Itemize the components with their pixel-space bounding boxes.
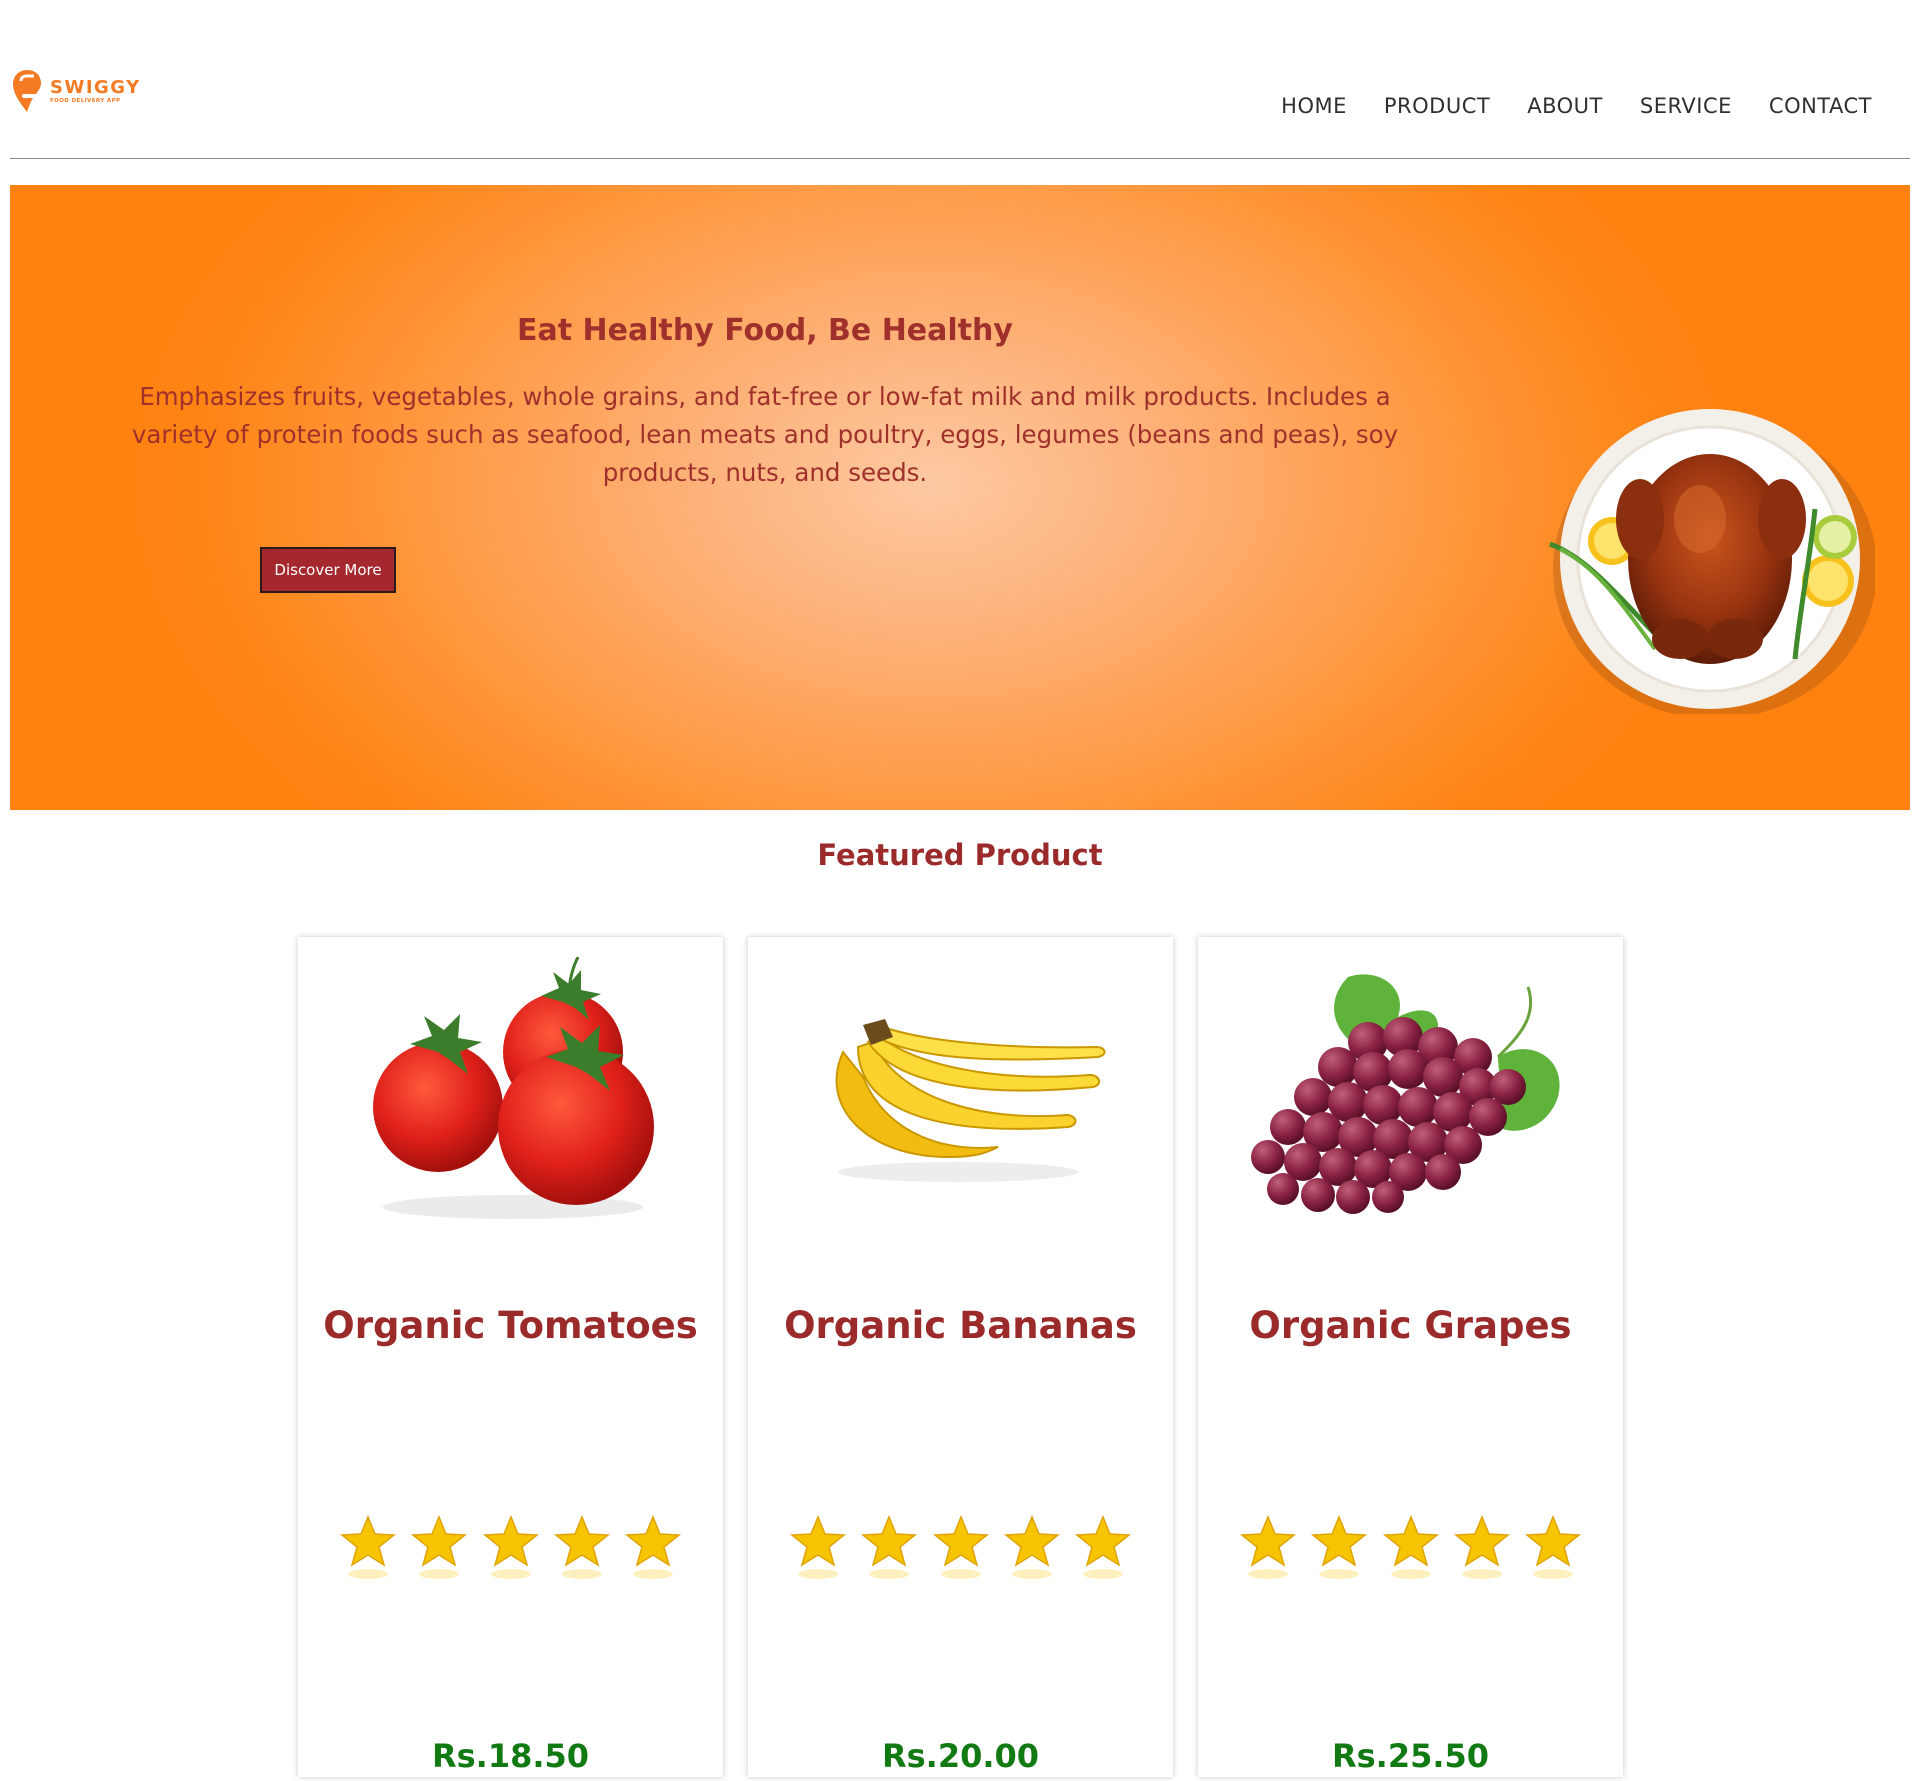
product-name: Organic Tomatoes (323, 1304, 698, 1347)
product-price: Rs.20.00 (881, 1737, 1040, 1775)
star-icon (1239, 1515, 1297, 1579)
star-icon (411, 1515, 468, 1579)
star-rating (788, 1512, 1133, 1582)
roast-chicken-plate-icon (1549, 409, 1875, 714)
hero-description: Emphasizes fruits, vegetables, whole gra… (131, 382, 1399, 487)
star-icon (339, 1515, 397, 1579)
star-icon (1524, 1515, 1582, 1579)
star-rating (338, 1512, 683, 1582)
nav-service[interactable]: SERVICE (1640, 94, 1732, 118)
star-icon (789, 1515, 847, 1579)
bananas-icon (835, 1019, 1106, 1182)
star-icon (1382, 1515, 1439, 1579)
hero-title: Eat Healthy Food, Be Healthy (517, 313, 1013, 348)
brand-tagline: FOOD DELIVERY APP (50, 97, 121, 104)
product-card-bananas[interactable]: Organic Bananas Rs.20.00 (748, 937, 1173, 1777)
star-icon (1453, 1515, 1510, 1579)
nav-product[interactable]: PRODUCT (1384, 94, 1490, 118)
location-pin-icon (13, 70, 41, 112)
star-icon (1003, 1515, 1060, 1579)
hero-banner: Eat Healthy Food, Be Healthy Emphasizes … (10, 185, 1910, 810)
site-header: SWIGGY FOOD DELIVERY APP HOME PRODUCT AB… (10, 0, 1910, 159)
product-name: Organic Grapes (1249, 1304, 1572, 1347)
product-price: Rs.18.50 (431, 1737, 590, 1775)
product-price: Rs.25.50 (1331, 1737, 1490, 1775)
brand-logo[interactable]: SWIGGY FOOD DELIVERY APP (12, 62, 142, 120)
star-icon (624, 1515, 682, 1579)
product-card-tomatoes[interactable]: Organic Tomatoes Rs.18.50 (298, 937, 723, 1777)
star-icon (553, 1515, 610, 1579)
nav-about[interactable]: ABOUT (1527, 94, 1603, 118)
main-nav: HOME PRODUCT ABOUT SERVICE CONTACT (1244, 94, 1872, 118)
grapes-icon (1251, 974, 1560, 1214)
star-rating (1238, 1512, 1583, 1582)
nav-contact[interactable]: CONTACT (1769, 94, 1872, 118)
discover-more-button[interactable]: Discover More (260, 547, 396, 593)
featured-title: Featured Product (817, 838, 1103, 872)
star-icon (1074, 1515, 1132, 1579)
brand-name: SWIGGY (50, 76, 141, 98)
nav-home[interactable]: HOME (1281, 94, 1347, 118)
star-icon (482, 1515, 539, 1579)
star-icon (932, 1515, 989, 1579)
tomatoes-icon (373, 957, 654, 1219)
product-card-grapes[interactable]: Organic Grapes Rs.25.50 (1198, 937, 1623, 1777)
product-name: Organic Bananas (784, 1304, 1137, 1347)
star-icon (861, 1515, 918, 1579)
star-icon (1311, 1515, 1368, 1579)
